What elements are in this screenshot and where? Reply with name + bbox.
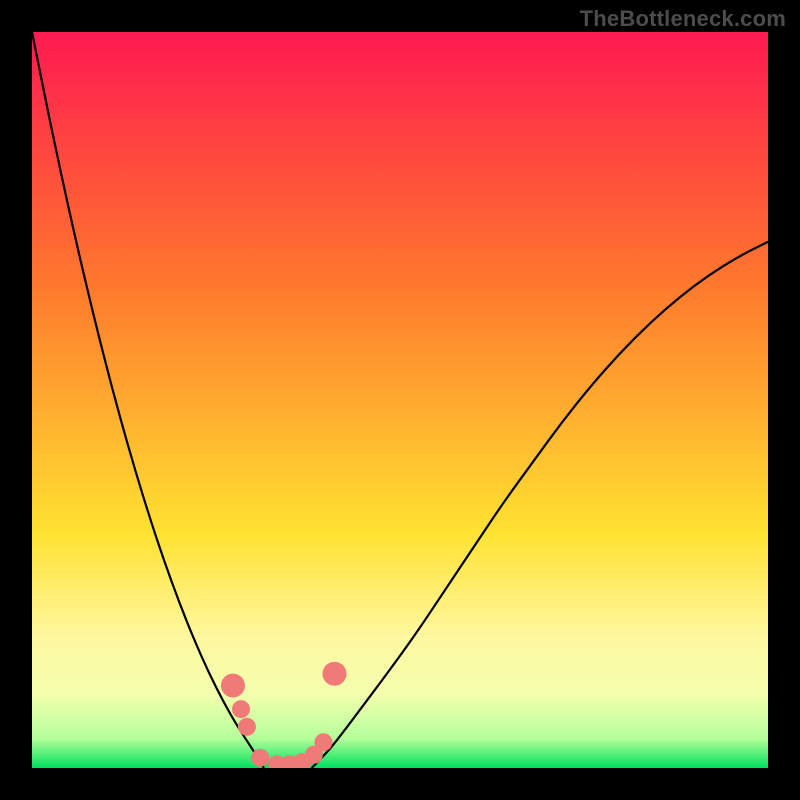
- bottleneck-chart: [32, 32, 768, 768]
- watermark-text: TheBottleneck.com: [580, 6, 786, 32]
- data-point: [314, 733, 332, 751]
- data-point: [322, 662, 346, 686]
- data-point: [232, 700, 250, 718]
- data-point: [221, 674, 245, 698]
- plot-area: [32, 32, 768, 768]
- data-point: [238, 718, 256, 736]
- data-point: [251, 749, 269, 767]
- frame: TheBottleneck.com: [0, 0, 800, 800]
